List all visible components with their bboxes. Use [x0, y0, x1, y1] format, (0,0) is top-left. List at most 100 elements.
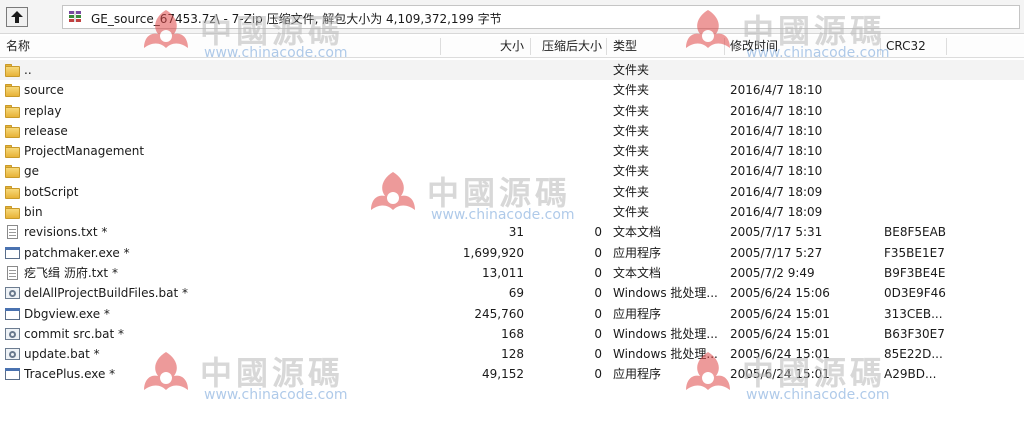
file-modified	[730, 60, 880, 80]
folder-icon	[5, 83, 20, 98]
file-name: delAllProjectBuildFiles.bat *	[24, 286, 189, 301]
file-type: 文件夹	[613, 103, 650, 118]
file-crc32: F35BE1E7	[884, 245, 945, 260]
file-row[interactable]: delAllProjectBuildFiles.bat * 69 0 Windows …	[0, 283, 1024, 303]
file-modified: 2016/4/7 18:09	[730, 205, 823, 220]
up-folder-icon	[11, 11, 23, 23]
parent-folder-row[interactable]: .. 文件夹	[0, 60, 1024, 81]
file-packed-size: 0	[594, 367, 602, 382]
exe-file-icon	[5, 307, 20, 321]
file-packed-size	[526, 101, 602, 121]
file-packed-size: 0	[594, 306, 602, 321]
file-modified: 2005/7/2 9:49	[730, 265, 815, 280]
file-name: patchmaker.exe *	[24, 245, 130, 260]
file-row[interactable]: 疙飞缉 沥府.txt * 13,011 0 文本文档 2005/7/2 9:49 B9F3…	[0, 263, 1024, 283]
folder-icon	[5, 144, 20, 159]
file-size: 1,699,920	[462, 245, 524, 260]
file-packed-size	[526, 202, 602, 222]
file-packed-size	[526, 60, 602, 80]
file-size	[440, 141, 524, 161]
file-type: 文件夹	[613, 63, 650, 77]
path-field[interactable]: GE_source_67453.7z\ - 7-Zip 压缩文件, 解包大小为 …	[62, 5, 1020, 29]
column-name[interactable]: 名称	[6, 36, 30, 57]
file-type: Windows 批处理...	[613, 326, 718, 341]
file-packed-size: 0	[594, 286, 602, 301]
folder-icon	[5, 124, 20, 138]
path-bar: GE_source_67453.7z\ - 7-Zip 压缩文件, 解包大小为 …	[0, 0, 1024, 34]
file-crc32	[884, 121, 954, 141]
file-row[interactable]: replay 文件夹 2016/4/7 18:10	[0, 101, 1024, 121]
file-packed-size	[526, 80, 602, 100]
file-row[interactable]: ProjectManagement 文件夹 2016/4/7 18:10	[0, 141, 1024, 161]
file-row[interactable]: bin 文件夹 2016/4/7 18:09	[0, 202, 1024, 222]
file-type: 文件夹	[613, 83, 650, 98]
file-type: Windows 批处理...	[613, 347, 718, 362]
file-row[interactable]: source 文件夹 2016/4/7 18:10	[0, 80, 1024, 100]
file-crc32	[884, 182, 954, 202]
exe-file-icon	[5, 367, 20, 381]
file-size: 49,152	[482, 367, 524, 382]
path-text: GE_source_67453.7z\ - 7-Zip 压缩文件, 解包大小为 …	[91, 12, 502, 26]
file-type: 应用程序	[613, 245, 662, 260]
file-type: 应用程序	[613, 367, 662, 382]
column-modified[interactable]: 修改时间	[730, 36, 778, 57]
file-type: 文件夹	[613, 164, 650, 179]
file-row[interactable]: release 文件夹 2016/4/7 18:10	[0, 121, 1024, 141]
file-name: Dbgview.exe *	[24, 306, 110, 321]
file-size	[440, 80, 524, 100]
watermark-url: www.chinacode.com	[746, 387, 890, 403]
file-type: Windows 批处理...	[613, 286, 718, 301]
file-packed-size: 0	[594, 245, 602, 260]
column-packed-size[interactable]: 压缩后大小	[542, 36, 602, 57]
file-row[interactable]: commit src.bat * 168 0 Windows 批处理... 2005/6…	[0, 324, 1024, 344]
file-modified: 2016/4/7 18:10	[730, 144, 823, 159]
file-crc32: B63F30E7	[884, 326, 945, 341]
file-row[interactable]: Dbgview.exe * 245,760 0 应用程序 2005/6/24 15:01…	[0, 304, 1024, 324]
file-modified: 2005/7/17 5:27	[730, 245, 823, 260]
file-name: commit src.bat *	[24, 326, 124, 341]
file-crc32: B9F3BE4E	[884, 265, 946, 280]
file-row[interactable]: ge 文件夹 2016/4/7 18:10	[0, 161, 1024, 181]
file-modified: 2005/6/24 15:01	[730, 326, 830, 341]
folder-icon	[5, 205, 20, 220]
file-packed-size: 0	[594, 265, 602, 280]
file-crc32	[884, 80, 954, 100]
file-name: botScript	[24, 184, 79, 199]
batch-file-icon	[5, 327, 20, 341]
file-row[interactable]: patchmaker.exe * 1,699,920 0 应用程序 2005/7/17 …	[0, 243, 1024, 263]
column-size[interactable]: 大小	[440, 36, 524, 57]
file-type: 文件夹	[613, 144, 650, 159]
exe-file-icon	[5, 246, 20, 260]
file-row[interactable]: update.bat * 128 0 Windows 批处理... 2005/6/24 …	[0, 344, 1024, 364]
file-packed-size: 0	[594, 225, 602, 240]
file-modified: 2016/4/7 18:10	[730, 83, 823, 98]
file-crc32: A29BD...	[884, 367, 937, 382]
watermark-url: www.chinacode.com	[204, 387, 348, 403]
file-name: replay	[24, 103, 62, 118]
file-crc32: 313CEB...	[884, 306, 943, 321]
file-type: 文件夹	[613, 184, 650, 199]
batch-file-icon	[5, 286, 20, 300]
file-row[interactable]: revisions.txt * 31 0 文本文档 2005/7/17 5:31 BE8F…	[0, 222, 1024, 242]
archive-icon	[69, 11, 81, 22]
column-type[interactable]: 类型	[613, 36, 637, 57]
file-crc32: 0D3E9F46	[884, 286, 946, 301]
file-row[interactable]: TracePlus.exe * 49,152 0 应用程序 2005/6/24 15:0…	[0, 364, 1024, 384]
file-row[interactable]: botScript 文件夹 2016/4/7 18:09	[0, 182, 1024, 202]
file-type: 文件夹	[613, 123, 650, 138]
file-size: 69	[508, 286, 524, 301]
up-folder-button[interactable]	[6, 7, 28, 27]
file-size	[440, 182, 524, 202]
file-crc32	[884, 60, 954, 80]
column-crc32[interactable]: CRC32	[886, 36, 926, 57]
file-name: update.bat *	[24, 347, 100, 362]
batch-file-icon	[5, 347, 20, 361]
folder-icon	[5, 104, 20, 118]
file-size	[440, 161, 524, 181]
file-modified: 2005/6/24 15:01	[730, 367, 830, 382]
file-size	[440, 101, 524, 121]
file-crc32	[884, 202, 954, 222]
file-name: TracePlus.exe *	[24, 367, 116, 382]
file-size: 168	[501, 326, 524, 341]
file-size: 245,760	[474, 306, 524, 321]
